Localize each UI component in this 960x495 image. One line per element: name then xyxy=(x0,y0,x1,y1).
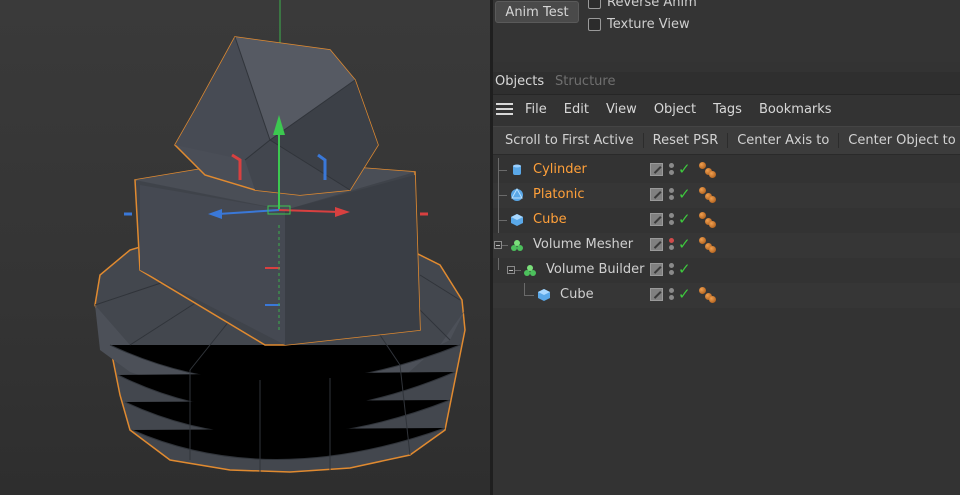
object-toolbar: Scroll to First Active Reset PSR Center … xyxy=(493,126,960,155)
layer-edit-icon[interactable] xyxy=(650,188,663,201)
enabled-check-icon[interactable]: ✓ xyxy=(678,160,691,178)
visibility-dots-icon[interactable] xyxy=(669,187,675,203)
material-tag-icon[interactable] xyxy=(697,235,717,255)
cube-icon xyxy=(538,289,550,301)
right-panel: Anim Test Reverse Anim Texture View Obje… xyxy=(493,0,960,495)
object-name[interactable]: Platonic xyxy=(533,187,584,202)
attribute-area: Anim Test Reverse Anim Texture View xyxy=(493,0,960,62)
cylinder-icon xyxy=(513,164,521,175)
menu-tags[interactable]: Tags xyxy=(713,102,742,117)
object-row-cylinder[interactable]: Cylinder ✓ xyxy=(493,158,960,183)
layer-edit-icon[interactable] xyxy=(650,213,663,226)
scroll-to-first-active-button[interactable]: Scroll to First Active xyxy=(493,133,644,148)
anim-test-button[interactable]: Anim Test xyxy=(495,1,579,23)
cube-icon xyxy=(511,214,523,226)
layer-edit-icon[interactable] xyxy=(650,288,663,301)
enabled-check-icon[interactable]: ✓ xyxy=(678,185,691,203)
reset-psr-button[interactable]: Reset PSR xyxy=(644,133,729,148)
visibility-dots-icon[interactable] xyxy=(669,262,675,278)
object-row-volume-builder[interactable]: Volume Builder ✓ xyxy=(493,258,960,283)
object-row-platonic[interactable]: Platonic ✓ xyxy=(493,183,960,208)
object-manager-menu: File Edit View Object Tags Bookmarks xyxy=(493,96,960,122)
layer-edit-icon[interactable] xyxy=(650,263,663,276)
object-name[interactable]: Cube xyxy=(560,287,594,302)
collapse-toggle-icon[interactable] xyxy=(494,241,502,249)
object-row-cube[interactable]: Cube ✓ xyxy=(493,208,960,233)
enabled-check-icon[interactable]: ✓ xyxy=(678,285,691,303)
menu-object[interactable]: Object xyxy=(654,102,696,117)
material-tag-icon[interactable] xyxy=(697,185,717,205)
object-name[interactable]: Cube xyxy=(533,212,567,227)
checkbox-label: Reverse Anim xyxy=(607,0,697,10)
enabled-check-icon[interactable]: ✓ xyxy=(678,210,691,228)
volume-mesher-icon xyxy=(511,240,523,251)
material-tag-icon[interactable] xyxy=(697,285,717,305)
3d-viewport[interactable] xyxy=(0,0,492,495)
tab-objects[interactable]: Objects xyxy=(495,74,544,89)
object-name[interactable]: Cylinder xyxy=(533,162,587,177)
center-object-to-button[interactable]: Center Object to xyxy=(839,133,960,148)
object-tree: Cylinder ✓ Platonic ✓ Cube ✓ Volume Mesh… xyxy=(493,158,960,308)
tab-structure[interactable]: Structure xyxy=(555,74,615,89)
volume-builder-icon xyxy=(524,265,536,276)
checkbox-icon[interactable] xyxy=(588,0,601,9)
object-row-cube-child[interactable]: Cube ✓ xyxy=(493,283,960,308)
menu-edit[interactable]: Edit xyxy=(564,102,589,117)
material-tag-icon[interactable] xyxy=(697,210,717,230)
manager-tabs: Objects Structure xyxy=(493,72,960,95)
menu-file[interactable]: File xyxy=(525,102,547,117)
visibility-dots-icon[interactable] xyxy=(669,237,675,253)
hamburger-menu-icon[interactable] xyxy=(496,103,513,115)
center-axis-to-button[interactable]: Center Axis to xyxy=(728,133,840,148)
checkbox-label: Texture View xyxy=(607,16,690,32)
object-name[interactable]: Volume Builder xyxy=(546,262,644,277)
checkbox-icon[interactable] xyxy=(588,17,601,31)
visibility-dots-icon[interactable] xyxy=(669,212,675,228)
platonic-object[interactable] xyxy=(174,36,379,196)
enabled-check-icon[interactable]: ✓ xyxy=(678,260,691,278)
platonic-icon xyxy=(511,188,523,201)
visibility-dots-icon[interactable] xyxy=(669,162,675,178)
texture-view-checkbox[interactable]: Texture View xyxy=(588,15,690,33)
menu-view[interactable]: View xyxy=(606,102,637,117)
viewport-scene xyxy=(94,0,466,473)
material-tag-icon[interactable] xyxy=(697,160,717,180)
reverse-anim-checkbox[interactable]: Reverse Anim xyxy=(588,0,697,11)
enabled-check-icon[interactable]: ✓ xyxy=(678,235,691,253)
visibility-dots-icon[interactable] xyxy=(669,287,675,303)
menu-bookmarks[interactable]: Bookmarks xyxy=(759,102,832,117)
object-row-volume-mesher[interactable]: Volume Mesher ✓ xyxy=(493,233,960,258)
layer-edit-icon[interactable] xyxy=(650,238,663,251)
object-name[interactable]: Volume Mesher xyxy=(533,237,633,252)
collapse-toggle-icon[interactable] xyxy=(507,266,515,274)
layer-edit-icon[interactable] xyxy=(650,163,663,176)
